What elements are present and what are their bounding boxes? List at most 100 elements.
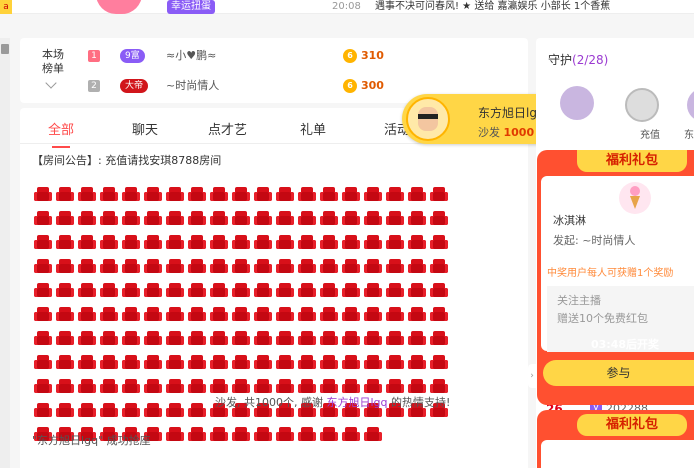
sofa-icon: [320, 211, 338, 226]
sofa-icon: [320, 379, 338, 394]
sofa-icon: [298, 355, 316, 370]
sofa-icon: [254, 235, 272, 250]
sofa-icon: [210, 307, 228, 322]
sofa-icon: [320, 187, 338, 202]
sofa-icon: [166, 235, 184, 250]
rank-value: 300: [361, 79, 384, 92]
sofa-icon: [100, 379, 118, 394]
guard-avatar[interactable]: [687, 88, 694, 122]
sofa-icon: [430, 187, 448, 202]
prize-name: 冰淇淋: [553, 214, 586, 227]
guard-avatar[interactable]: [560, 86, 594, 120]
sofa-icon: [188, 211, 206, 226]
sofa-icon: [78, 211, 96, 226]
rank-user-name[interactable]: ~时尚情人: [166, 76, 219, 96]
message-time: 20:08: [332, 1, 361, 12]
sofa-icon: [232, 427, 250, 442]
sofa-icon: [342, 427, 360, 442]
sofa-icon: [342, 235, 360, 250]
recharge-label[interactable]: 充值: [640, 126, 660, 141]
popup-line-value: 1000: [503, 126, 535, 139]
sofa-icon: [232, 283, 250, 298]
sofa-icon: [298, 331, 316, 346]
tab-all[interactable]: 全部: [48, 119, 74, 148]
sofa-icon: [78, 235, 96, 250]
sofa-icon: [210, 187, 228, 202]
sofa-icon: [342, 211, 360, 226]
sofa-icon: [100, 211, 118, 226]
sofa-icon: [34, 259, 52, 274]
sofa-icon: [364, 331, 382, 346]
sofa-icon: [232, 187, 250, 202]
rank-row[interactable]: 2 大帝 ~时尚情人 6 300: [88, 76, 508, 96]
sofa-icon: [144, 379, 162, 394]
sofa-icon: [122, 403, 140, 418]
sofa-icon: [430, 331, 448, 346]
sofa-icon: [364, 307, 382, 322]
sofa-icon: [320, 427, 338, 442]
tab-gift-list[interactable]: 礼单: [300, 119, 326, 138]
sofa-icon: [100, 331, 118, 346]
sofa-icon: [298, 211, 316, 226]
sofa-icon: [320, 355, 338, 370]
sofa-icon: [386, 355, 404, 370]
grid-icon[interactable]: [1, 44, 9, 54]
sofa-icon: [144, 283, 162, 298]
left-tag[interactable]: a: [0, 0, 12, 14]
sofa-icon: [56, 283, 74, 298]
sofa-icon: [166, 427, 184, 442]
sofa-icon: [364, 427, 382, 442]
chevron-down-icon[interactable]: [45, 77, 57, 89]
sunglasses-icon: [418, 114, 438, 119]
sofa-icon: [430, 235, 448, 250]
tab-talent[interactable]: 点才艺: [208, 119, 247, 138]
chat-scrollbar[interactable]: [520, 144, 526, 444]
sofa-icon: [254, 187, 272, 202]
sofa-icon: [342, 355, 360, 370]
join-button[interactable]: 参与: [543, 360, 694, 386]
thanks-user-name[interactable]: 东方旭日lgq: [326, 396, 387, 409]
sofa-icon: [166, 331, 184, 346]
gift-pack-body-2: [541, 440, 694, 468]
rank-number: 1: [88, 50, 100, 62]
sofa-icon: [386, 259, 404, 274]
sofa-icon: [276, 331, 294, 346]
popup-line-prefix: 沙发: [478, 126, 500, 139]
tab-chat[interactable]: 聊天: [132, 119, 158, 138]
sofa-icon: [122, 283, 140, 298]
sofa-icon: [342, 307, 360, 322]
sofa-icon: [342, 331, 360, 346]
avatar[interactable]: [406, 97, 450, 141]
sofa-icon: [34, 379, 52, 394]
gift-pack-title: 福利礼包: [577, 150, 687, 172]
sofa-icon: [320, 259, 338, 274]
task-send-gift[interactable]: 赠送10个免费红包: [557, 310, 648, 326]
sofa-icon: [78, 187, 96, 202]
sofa-icon: [122, 355, 140, 370]
sofa-icon: [386, 379, 404, 394]
sofa-icon: [56, 379, 74, 394]
rank-row[interactable]: 1 9富 ≈小♥鹏≈ 6 310: [88, 46, 508, 66]
initiator: 发起: ~时尚情人: [553, 234, 636, 247]
task-follow[interactable]: 关注主播: [557, 292, 601, 308]
countdown: 03:48后开奖: [591, 338, 660, 351]
sofa-icon: [232, 307, 250, 322]
sofa-icon: [320, 235, 338, 250]
rank-user-name[interactable]: ≈小♥鹏≈: [166, 46, 216, 66]
sofa-icon: [122, 331, 140, 346]
guard-avatar[interactable]: [625, 88, 659, 122]
sofa-icon: [254, 355, 272, 370]
lucky-gacha-button[interactable]: 幸运扭蛋: [167, 0, 215, 14]
sofa-grid: [34, 187, 454, 451]
sofa-icon: [78, 283, 96, 298]
sofa-icon: [298, 283, 316, 298]
sofa-icon: [56, 187, 74, 202]
sofa-icon: [254, 283, 272, 298]
sofa-icon: [100, 187, 118, 202]
sofa-icon: [298, 379, 316, 394]
sofa-icon: [56, 307, 74, 322]
sofa-icon: [386, 331, 404, 346]
collapse-arrow-icon[interactable]: ›: [528, 364, 536, 388]
ice-cream-icon: [619, 182, 651, 214]
sofa-icon: [430, 307, 448, 322]
